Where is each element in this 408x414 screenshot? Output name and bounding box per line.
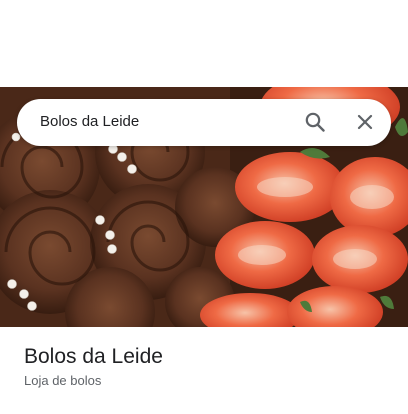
place-category: Loja de bolos — [24, 373, 102, 388]
search-bar[interactable]: Bolos da Leide — [17, 99, 391, 146]
search-input[interactable]: Bolos da Leide — [40, 113, 139, 130]
close-icon[interactable] — [354, 111, 376, 133]
search-icon[interactable] — [304, 111, 326, 133]
place-name: Bolos da Leide — [24, 345, 163, 368]
